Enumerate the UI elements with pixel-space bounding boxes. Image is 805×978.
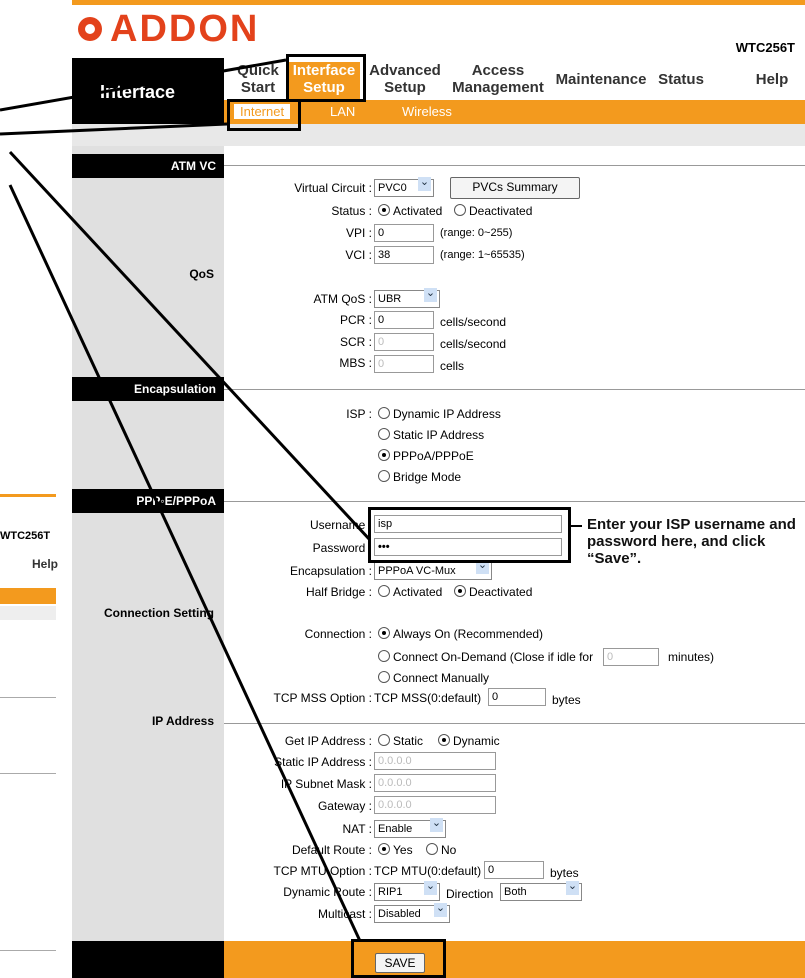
arrow-line: [8, 150, 372, 542]
arrow-line: [0, 122, 228, 136]
arrow-line: [0, 58, 287, 112]
arrow-line: [8, 184, 362, 942]
callout-text: Enter your ISP username and password her…: [587, 516, 796, 567]
annotation-arrows: [0, 58, 582, 942]
